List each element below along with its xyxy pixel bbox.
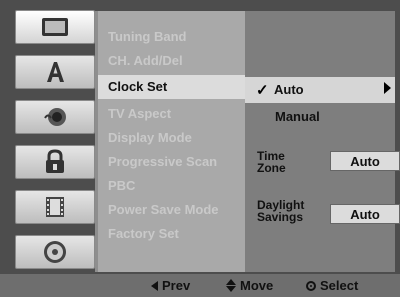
time-zone-value[interactable]: Auto (330, 151, 400, 171)
menu-item-factory-set[interactable]: Factory Set (98, 222, 248, 246)
settings-menu: Tuning Band CH. Add/Del Clock Set TV Asp… (95, 11, 248, 272)
navigation-hint-bar: Prev Move Select (0, 274, 400, 297)
checkmark-icon: ✓ (256, 82, 269, 99)
clock-set-pane: ✓ Auto Manual Time Zone Auto Daylight Sa… (245, 11, 400, 272)
menu-item-progressive-scan[interactable]: Progressive Scan (98, 150, 248, 174)
daylight-savings-label: Daylight Savings (257, 198, 305, 224)
tab-others[interactable] (15, 190, 95, 224)
tab-general[interactable] (15, 10, 95, 44)
lock-icon (46, 149, 64, 173)
tab-audio[interactable] (15, 100, 95, 134)
menu-item-clock-set[interactable]: Clock Set (98, 75, 248, 99)
category-tabs (15, 10, 95, 272)
move-hint: Move (226, 278, 273, 293)
option-auto[interactable]: Auto (274, 82, 304, 97)
up-down-arrow-icon (226, 279, 236, 292)
select-circle-icon (306, 280, 316, 291)
language-a-icon (47, 62, 64, 82)
setup-menu-screen: Tuning Band CH. Add/Del Clock Set TV Asp… (0, 0, 400, 297)
menu-item-pbc[interactable]: PBC (98, 174, 248, 198)
disc-icon (44, 241, 66, 263)
menu-item-ch-add-del[interactable]: CH. Add/Del (98, 49, 248, 73)
daylight-savings-value[interactable]: Auto (330, 204, 400, 224)
monitor-icon (42, 18, 68, 36)
menu-item-tv-aspect[interactable]: TV Aspect (98, 102, 248, 126)
film-icon (46, 197, 64, 217)
menu-item-tuning-band[interactable]: Tuning Band (98, 25, 248, 49)
submenu-arrow-icon (384, 82, 391, 94)
time-zone-label: Time Zone (257, 149, 286, 175)
tab-lock[interactable] (15, 145, 95, 179)
speaker-icon (44, 108, 66, 126)
option-manual[interactable]: Manual (275, 109, 320, 124)
left-arrow-icon (151, 280, 158, 291)
prev-hint: Prev (151, 278, 190, 293)
menu-item-power-save-mode[interactable]: Power Save Mode (98, 198, 248, 222)
tab-disc[interactable] (15, 235, 95, 269)
tab-language[interactable] (15, 55, 95, 89)
menu-item-display-mode[interactable]: Display Mode (98, 126, 248, 150)
select-hint: Select (306, 278, 358, 293)
